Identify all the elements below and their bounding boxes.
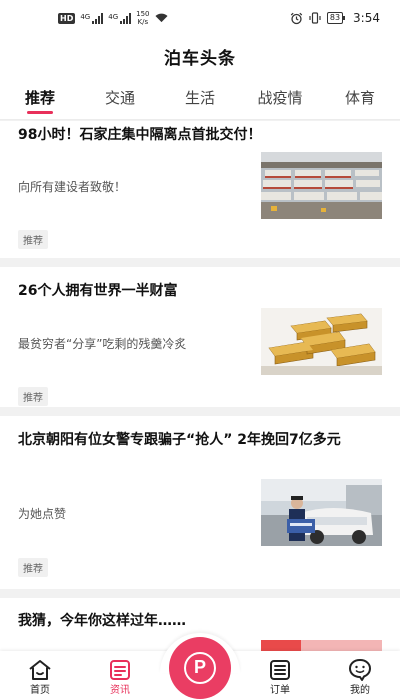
speed-unit: K/s — [137, 18, 149, 26]
new-year-photo — [261, 640, 382, 651]
news-title: 98小时！石家庄集中隔离点首批交付！ — [18, 127, 262, 143]
page-title: 泊车头条 — [164, 48, 236, 69]
tab-life[interactable]: 生活 — [160, 76, 240, 120]
bottom-navigation: 首页 资讯 P 订单 我的 — [0, 633, 400, 700]
signal-icon: 4G — [108, 12, 132, 24]
status-time: 3:54 — [353, 11, 380, 25]
news-subtitle: 最贫穷者“分享”吃剩的残羹冷炙 — [18, 337, 187, 351]
tab-sports[interactable]: 体育 — [320, 76, 400, 120]
category-tabs: 推荐 交通 生活 战疫情 体育 — [0, 76, 400, 120]
gold-bars-photo — [261, 308, 382, 375]
vibrate-icon — [309, 12, 321, 24]
app-header: 泊车头条 — [0, 36, 400, 76]
signal-icon: 4G — [80, 12, 104, 24]
tab-traffic[interactable]: 交通 — [80, 76, 160, 120]
nav-mine-label: 我的 — [350, 685, 370, 696]
news-item[interactable]: 26个人拥有世界一半财富 最贫穷者“分享”吃剩的残羹冷炙 推荐 — [0, 267, 400, 407]
news-icon — [110, 660, 130, 680]
alarm-icon — [290, 12, 303, 24]
news-tag: 推荐 — [18, 387, 48, 406]
nav-mine[interactable]: 我的 — [328, 651, 392, 700]
signal-1-tag: 4G — [80, 12, 91, 21]
nav-orders[interactable]: 订单 — [248, 651, 312, 700]
status-right: 83 3:54 — [290, 11, 380, 25]
network-speed: 150 K/s — [136, 10, 149, 26]
profile-chat-icon — [349, 659, 371, 681]
news-subtitle: 向所有建设者致敬！ — [18, 180, 127, 194]
tab-recommend[interactable]: 推荐 — [0, 76, 80, 120]
news-tag: 推荐 — [18, 558, 48, 577]
app-screen: HD 4G 4G 150 K/s 83 3:54 泊车头条 推荐 交通 生活 战… — [0, 0, 400, 700]
news-title: 北京朝阳有位女警专跟骗子“抢人” 2年挽回7亿多元 — [18, 432, 341, 448]
hd-badge: HD — [58, 12, 76, 24]
news-item[interactable]: 98小时！石家庄集中隔离点首批交付！ 向所有建设者致敬！ 推荐 — [0, 121, 400, 258]
news-feed: 98小时！石家庄集中隔离点首批交付！ 向所有建设者致敬！ 推荐 26个人拥有世界… — [0, 121, 400, 651]
signal-2-tag: 4G — [108, 12, 119, 21]
nav-news-label: 资讯 — [110, 685, 130, 696]
tab-epidemic[interactable]: 战疫情 — [240, 76, 320, 120]
nav-home-label: 首页 — [30, 685, 50, 696]
news-subtitle: 为她点赞 — [18, 507, 67, 521]
parking-icon: P — [184, 652, 216, 684]
status-left: HD 4G 4G 150 K/s — [58, 10, 168, 26]
orders-icon — [270, 660, 290, 680]
news-title: 我猜，今年你这样过年…… — [18, 613, 186, 629]
wifi-icon — [154, 13, 168, 23]
speed-value: 150 — [136, 10, 150, 18]
nav-news[interactable]: 资讯 — [88, 651, 152, 700]
nav-orders-label: 订单 — [270, 685, 290, 696]
home-icon — [29, 660, 51, 680]
news-tag: 推荐 — [18, 230, 48, 249]
parking-button[interactable]: P — [169, 637, 231, 699]
news-item[interactable]: 北京朝阳有位女警专跟骗子“抢人” 2年挽回7亿多元 为她点赞 推荐 — [0, 416, 400, 589]
policewoman-photo — [261, 479, 382, 546]
nav-home[interactable]: 首页 — [8, 651, 72, 700]
battery-icon: 83 — [326, 12, 346, 24]
construction-site-photo — [261, 152, 382, 219]
news-title: 26个人拥有世界一半财富 — [18, 283, 178, 299]
status-bar: HD 4G 4G 150 K/s 83 3:54 — [0, 0, 400, 36]
